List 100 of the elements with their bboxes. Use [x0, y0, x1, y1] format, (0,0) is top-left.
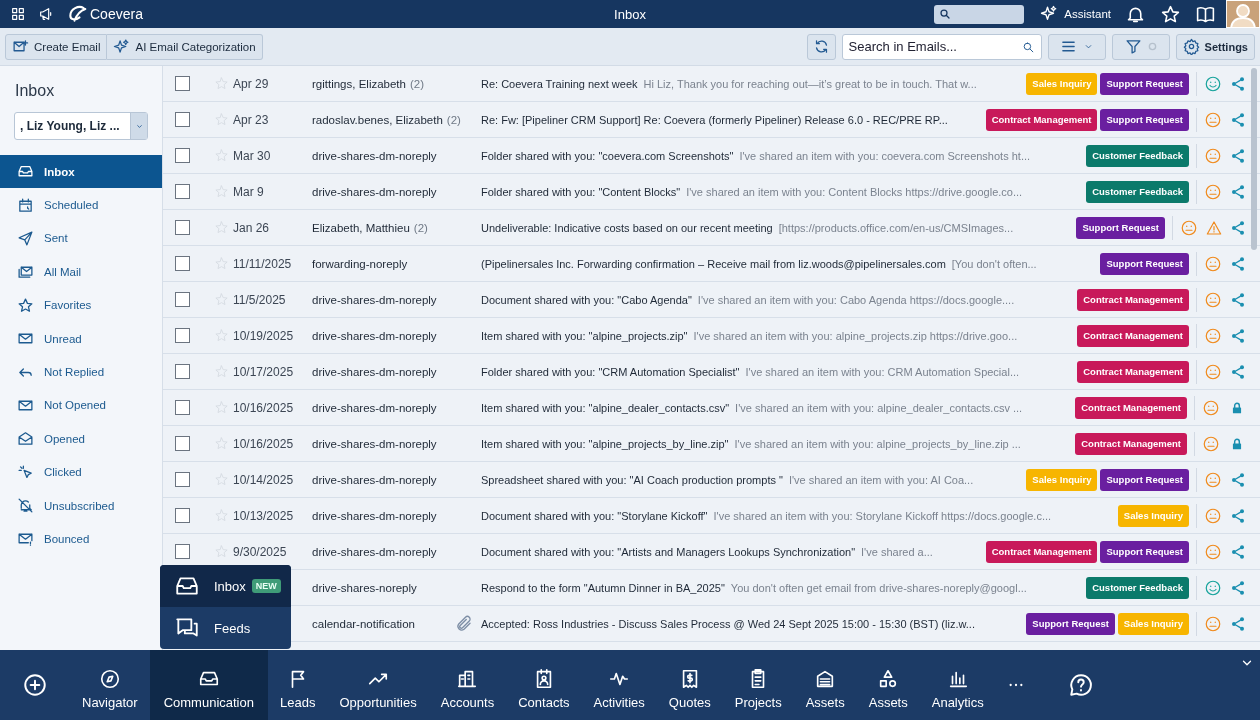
email-subject[interactable]: Item shared with you: "alpine_projects_by_line.zip": [481, 437, 729, 450]
nav-item[interactable]: Communication: [149, 650, 268, 720]
search-field[interactable]: Search in Emails...: [841, 33, 1042, 60]
settings-button[interactable]: Settings: [1175, 33, 1255, 60]
share-icon[interactable]: [1230, 543, 1246, 560]
nav-item[interactable]: Opportunities: [327, 650, 429, 720]
email-subject[interactable]: Accepted: Ross Industries - Discuss Sales Process @ Wed 24 Sept 2025 15:00 - 15:30 (BST) (liz.w...: [481, 617, 975, 630]
nav-item[interactable]: Navigator: [70, 650, 150, 720]
row-checkbox[interactable]: [175, 220, 190, 235]
email-subject[interactable]: Document shared with you: "Storylane Kickoff": [481, 509, 708, 522]
sidebar-item[interactable]: Not Opened: [0, 388, 162, 423]
row-checkbox[interactable]: [175, 328, 190, 343]
share-icon[interactable]: [1230, 615, 1246, 632]
email-subject[interactable]: Item shared with you: "alpine_dealer_contacts.csv": [481, 401, 730, 414]
popup-menu-item[interactable]: Inbox NEW: [160, 565, 291, 607]
row-checkbox[interactable]: [175, 508, 190, 523]
row-checkbox[interactable]: [175, 472, 190, 487]
nav-item[interactable]: Analytics: [919, 650, 996, 720]
row-checkbox[interactable]: [175, 148, 190, 163]
share-icon[interactable]: [1230, 183, 1246, 200]
email-subject[interactable]: Folder shared with you: "Content Blocks": [481, 185, 681, 198]
row-checkbox[interactable]: [175, 256, 190, 271]
nav-item[interactable]: Projects: [722, 650, 794, 720]
category-tag: Support Request: [1100, 108, 1189, 131]
mailbox-select[interactable]: , Liz Young, Liz ...: [14, 112, 148, 140]
category-tag: Contract Management: [985, 540, 1098, 563]
help-icon[interactable]: [1067, 672, 1094, 698]
sidebar-item[interactable]: Opened: [0, 422, 162, 456]
category-tag: Contract Management: [1077, 360, 1189, 383]
row-checkbox[interactable]: [175, 364, 190, 379]
email-subject[interactable]: Folder shared with you: "coevera.com Screenshots": [481, 149, 734, 162]
more-icon[interactable]: [1007, 682, 1024, 688]
email-date: Mar 9: [233, 184, 264, 199]
view-menu-button[interactable]: [1047, 33, 1106, 60]
scrollbar[interactable]: [1251, 68, 1257, 250]
popup-menu-item[interactable]: Feeds: [160, 607, 291, 649]
row-checkbox[interactable]: [175, 112, 190, 127]
global-search-field[interactable]: [934, 4, 1025, 24]
share-icon[interactable]: [1230, 219, 1246, 236]
megaphone-icon[interactable]: [38, 6, 54, 22]
nav-item[interactable]: Contacts: [506, 650, 582, 720]
category-tag: Support Request: [1100, 540, 1189, 563]
sidebar-item[interactable]: Sent: [0, 221, 162, 256]
row-checkbox[interactable]: [175, 76, 190, 91]
share-icon[interactable]: [1230, 471, 1246, 488]
email-subject[interactable]: Spreadsheet shared with you: "AI Coach production prompts ": [481, 473, 783, 486]
category-tag: Customer Feedback: [1086, 180, 1189, 203]
create-email-button[interactable]: Create Email: [5, 33, 108, 60]
sidebar-item[interactable]: All Mail: [0, 255, 162, 289]
share-icon[interactable]: [1230, 291, 1246, 308]
email-subject[interactable]: Respond to the form "Autumn Dinner in BA_2025": [481, 581, 725, 594]
email-subject[interactable]: Document shared with you: "Artists and Managers Lookups Synchronization": [481, 545, 856, 558]
share-icon[interactable]: [1230, 363, 1246, 380]
row-checkbox[interactable]: [175, 436, 190, 451]
row-checkbox[interactable]: [175, 184, 190, 199]
row-checkbox[interactable]: [175, 400, 190, 415]
sidebar-item[interactable]: Clicked: [0, 455, 162, 489]
email-subject[interactable]: Re: Coevera Training next week: [481, 77, 638, 90]
filter-button[interactable]: [1111, 33, 1170, 60]
share-icon[interactable]: [1230, 111, 1246, 128]
email-subject[interactable]: Re: Fw: [Pipeliner CRM Support] Re: Coevera (formerly Pipeliner) Release 6.0 - REC/PRE RP...: [481, 113, 948, 126]
sidebar-item[interactable]: Bounced: [0, 522, 162, 556]
avatar[interactable]: [1226, 0, 1260, 28]
email-subject[interactable]: Document shared with you: "Cabo Agenda": [481, 293, 692, 306]
email-subject[interactable]: Folder shared with you: "CRM Automation Specialist": [481, 365, 740, 378]
nav-item[interactable]: Activities: [581, 650, 657, 720]
sidebar-item[interactable]: Unread: [0, 321, 162, 356]
share-icon[interactable]: [1230, 75, 1246, 92]
star-icon[interactable]: [1160, 3, 1181, 25]
email-subject[interactable]: (Pipelinersales Inc. Forwarding confirmation – Receive mail from liz.woods@pipelinersales.com: [481, 257, 946, 270]
row-checkbox[interactable]: [175, 544, 190, 559]
sidebar-item[interactable]: Inbox: [0, 155, 162, 189]
nav-item[interactable]: Accounts: [428, 650, 507, 720]
share-icon[interactable]: [1230, 147, 1246, 164]
sidebar-item[interactable]: Not Replied: [0, 355, 162, 389]
nav-item[interactable]: Quotes: [656, 650, 723, 720]
share-icon[interactable]: [1230, 327, 1246, 344]
nav-item[interactable]: Assets: [856, 650, 920, 720]
email-subject[interactable]: Undeliverable: Indicative costs based on our recent meeting: [481, 221, 773, 234]
email-subject[interactable]: Item shared with you: "alpine_projects.zip": [481, 329, 688, 342]
row-checkbox[interactable]: [175, 292, 190, 307]
email-date: 11/5/2025: [233, 292, 286, 307]
email-date: 10/19/2025: [233, 328, 294, 343]
nav-item[interactable]: Leads: [267, 650, 328, 720]
sidebar-item[interactable]: Scheduled: [0, 188, 162, 222]
nav-item[interactable]: Assets: [793, 650, 857, 720]
share-icon[interactable]: [1230, 255, 1246, 272]
share-icon[interactable]: [1230, 579, 1246, 596]
email-date: 10/16/2025: [233, 436, 294, 451]
category-tag: Contract Management: [985, 108, 1098, 131]
sidebar-item[interactable]: Favorites: [0, 288, 162, 322]
app-grid-icon[interactable]: [10, 6, 26, 22]
bell-off-icon: [17, 497, 34, 515]
sidebar-item[interactable]: Unsubscribed: [0, 488, 162, 523]
refresh-button[interactable]: [806, 33, 836, 60]
ai-categorization-button[interactable]: AI Email Categorization: [107, 33, 263, 60]
email-preview: I've shared an item with you: AI Coa...: [788, 473, 974, 486]
email-preview: Hi Liz, Thank you for reaching out—it’s great to be in touch. That w...: [643, 77, 977, 90]
share-icon[interactable]: [1230, 507, 1246, 524]
assistant-button[interactable]: Assistant: [1040, 5, 1111, 23]
